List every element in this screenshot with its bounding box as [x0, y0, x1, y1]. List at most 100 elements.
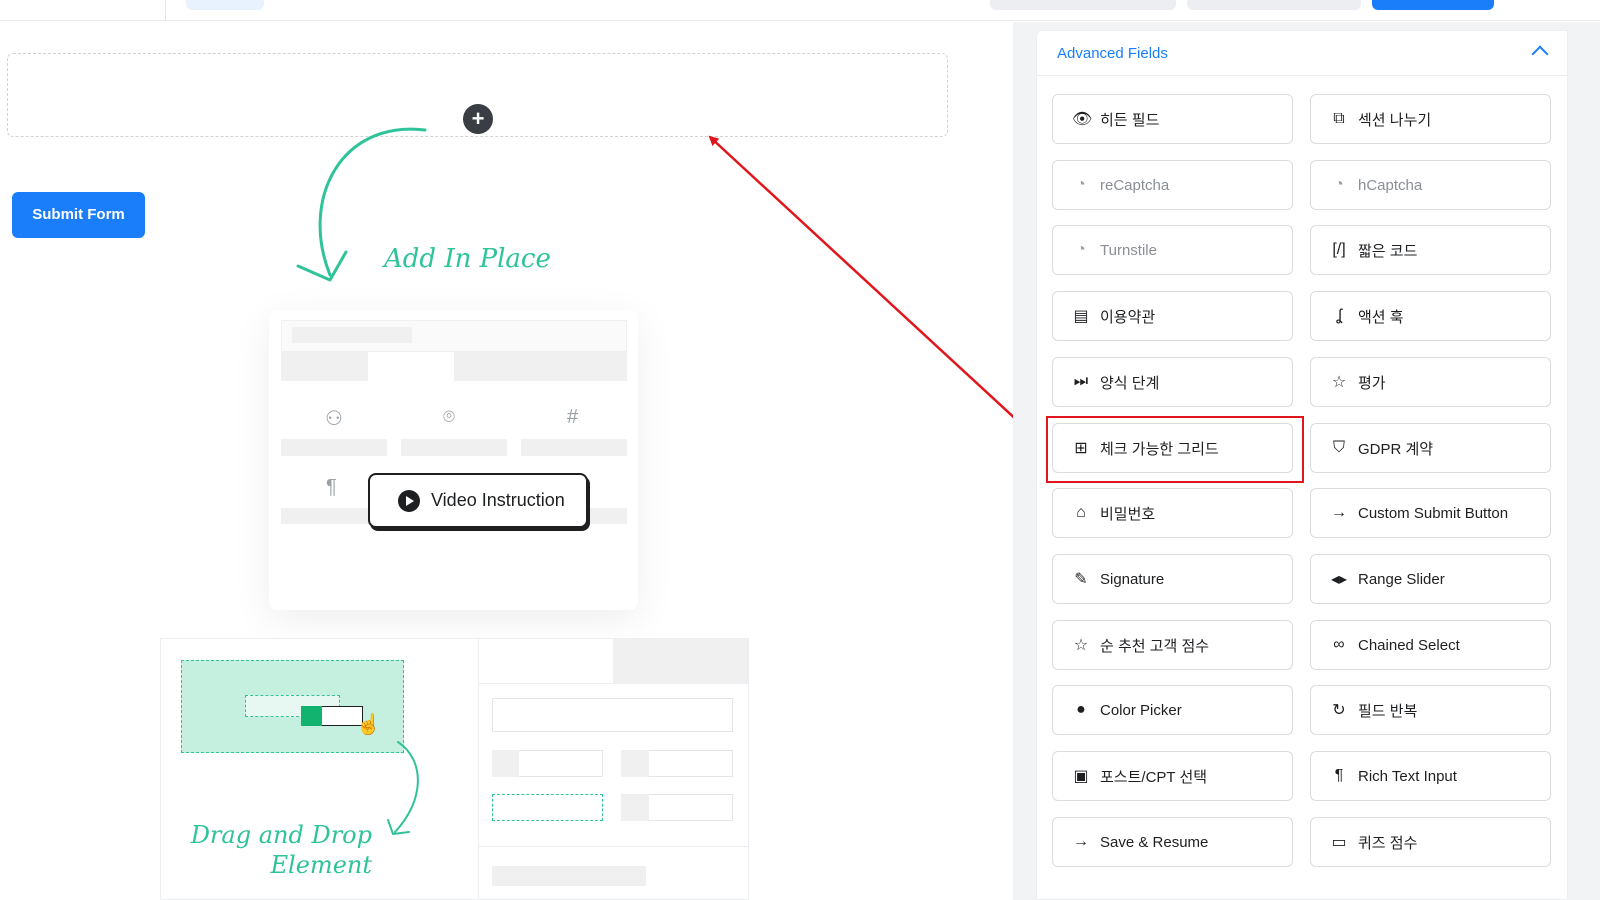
field-button[interactable]: → Custom Submit Button [1310, 488, 1551, 538]
mock-drop-target [492, 794, 603, 821]
field-button-label: Rich Text Input [1358, 767, 1457, 785]
field-button[interactable]: ✎ Signature [1052, 554, 1293, 604]
drag-drop-label: Drag and Drop Element [186, 820, 372, 880]
video-instruction-button[interactable]: Video Instruction [368, 473, 588, 528]
drag-drop-label-line2: Element [270, 851, 372, 879]
toolbar-button[interactable] [1187, 0, 1361, 10]
mock-bar [281, 352, 368, 381]
field-button[interactable]: ▤ 이용약관 [1052, 291, 1293, 341]
quiz-score-icon: ▭ [1331, 834, 1347, 851]
field-button[interactable]: ◔ reCaptcha [1052, 160, 1293, 210]
shield-icon: ⛉ [1332, 439, 1345, 456]
star-outline-icon: ☆ [1073, 637, 1089, 654]
field-button-label: Chained Select [1358, 636, 1460, 654]
mock-bar [478, 683, 748, 684]
eye-slash-icon: 👁 [1072, 111, 1093, 128]
mock-bar [292, 327, 412, 343]
highlight-annotation [1046, 416, 1304, 483]
hash-icon: # [567, 406, 579, 428]
shortcode-icon: [/] [1332, 241, 1346, 258]
field-button[interactable]: ☆ 순 추천 고객 점수 [1052, 620, 1293, 670]
advanced-fields-title: Advanced Fields [1057, 45, 1168, 62]
repeat-icon: ↻ [1332, 702, 1346, 719]
field-button-label: 이용약관 [1100, 308, 1156, 326]
mock-bar [521, 439, 627, 456]
field-button[interactable]: ∞ Chained Select [1310, 620, 1551, 670]
mock-bar [613, 639, 748, 683]
field-button[interactable]: ↻ 필드 반복 [1310, 685, 1551, 735]
mock-bar [492, 866, 646, 886]
field-button[interactable]: ⧉ 섹션 나누기 [1310, 94, 1551, 144]
puzzle-icon: ⧉ [1333, 110, 1345, 127]
mock-bar [621, 750, 649, 777]
post-select-icon: ▣ [1073, 768, 1089, 785]
paragraph-icon: ¶ [326, 476, 337, 498]
field-button-label: 섹션 나누기 [1358, 111, 1432, 129]
star-icon: ☆ [1331, 374, 1347, 391]
field-button[interactable]: ◂▸ Range Slider [1310, 554, 1551, 604]
field-button-label: 비밀번호 [1100, 505, 1156, 523]
toolbar-divider [165, 0, 166, 21]
field-button[interactable]: ▣ 포스트/CPT 선택 [1052, 751, 1293, 801]
paragraph-icon: ¶ [1334, 767, 1344, 784]
recaptcha-icon: ◔ [1076, 176, 1086, 193]
toolbar-button[interactable] [990, 0, 1176, 10]
turnstile-icon: ◔ [1076, 241, 1086, 258]
mock-bar [454, 352, 627, 381]
field-button-label: 짧은 코드 [1358, 242, 1418, 260]
hcaptcha-icon: ◔ [1334, 176, 1344, 193]
toolbar-tab[interactable] [186, 0, 264, 10]
field-button-label: 액션 훅 [1358, 308, 1404, 326]
field-button[interactable]: ⛉ GDPR 계약 [1310, 423, 1551, 473]
field-button-label: GDPR 계약 [1358, 440, 1434, 458]
field-button[interactable]: ¶ Rich Text Input [1310, 751, 1551, 801]
user-icon: ⚇ [325, 408, 343, 430]
field-button[interactable]: → Save & Resume [1052, 817, 1293, 867]
field-button[interactable]: ▭ 퀴즈 점수 [1310, 817, 1551, 867]
play-icon [398, 489, 420, 512]
color-drop-icon: ● [1076, 701, 1086, 718]
field-button-label: Save & Resume [1100, 833, 1209, 851]
hook-icon: ʆ [1336, 307, 1342, 324]
field-button[interactable]: ⌂ 비밀번호 [1052, 488, 1293, 538]
submit-form-button[interactable]: Submit Form [12, 192, 145, 238]
range-slider-icon: ◂▸ [1330, 571, 1348, 588]
field-button-label: Signature [1100, 570, 1165, 588]
field-button-label: 퀴즈 점수 [1358, 834, 1418, 852]
field-button[interactable]: ◔ hCaptcha [1310, 160, 1551, 210]
field-button[interactable]: ⏭ 양식 단계 [1052, 357, 1293, 407]
field-button-label: hCaptcha [1358, 176, 1423, 194]
dragged-element-handle [301, 706, 322, 726]
add-in-place-label: Add In Place [384, 244, 551, 274]
mock-bar [281, 439, 387, 456]
field-button[interactable]: 👁 히든 필드 [1052, 94, 1293, 144]
arrow-right-icon: → [1073, 833, 1089, 850]
mock-bar [401, 439, 507, 456]
field-button[interactable]: ʆ 액션 훅 [1310, 291, 1551, 341]
field-button[interactable]: ◔ Turnstile [1052, 225, 1293, 275]
arrow-right-icon: → [1331, 504, 1347, 521]
field-button-label: 양식 단계 [1100, 374, 1160, 392]
field-button-label: reCaptcha [1100, 176, 1170, 194]
add-field-plus-icon[interactable]: + [463, 104, 493, 134]
hand-cursor-icon: ☝ [356, 712, 381, 736]
toolbar-primary-button[interactable] [1372, 0, 1494, 10]
field-button[interactable]: [/] 짧은 코드 [1310, 225, 1551, 275]
video-instruction-label: Video Instruction [431, 490, 565, 510]
mock-bar [478, 846, 748, 847]
mock-bar [621, 794, 649, 821]
field-button[interactable]: ● Color Picker [1052, 685, 1293, 735]
mock-bar [478, 639, 479, 900]
drag-drop-label-line1: Drag and Drop [190, 821, 372, 849]
step-forward-icon: ⏭ [1073, 373, 1089, 390]
mock-bar [492, 750, 519, 777]
field-button[interactable]: ☆ 평가 [1310, 357, 1551, 407]
mock-bar [492, 698, 733, 732]
field-button-label: Color Picker [1100, 701, 1182, 719]
field-button-label: 히든 필드 [1100, 111, 1160, 129]
link-icon: ∞ [1333, 636, 1345, 653]
field-button-label: 필드 반복 [1358, 702, 1418, 720]
field-button-label: Range Slider [1358, 570, 1445, 588]
field-button-label: 평가 [1358, 374, 1386, 392]
pen-icon: ✎ [1074, 571, 1088, 588]
